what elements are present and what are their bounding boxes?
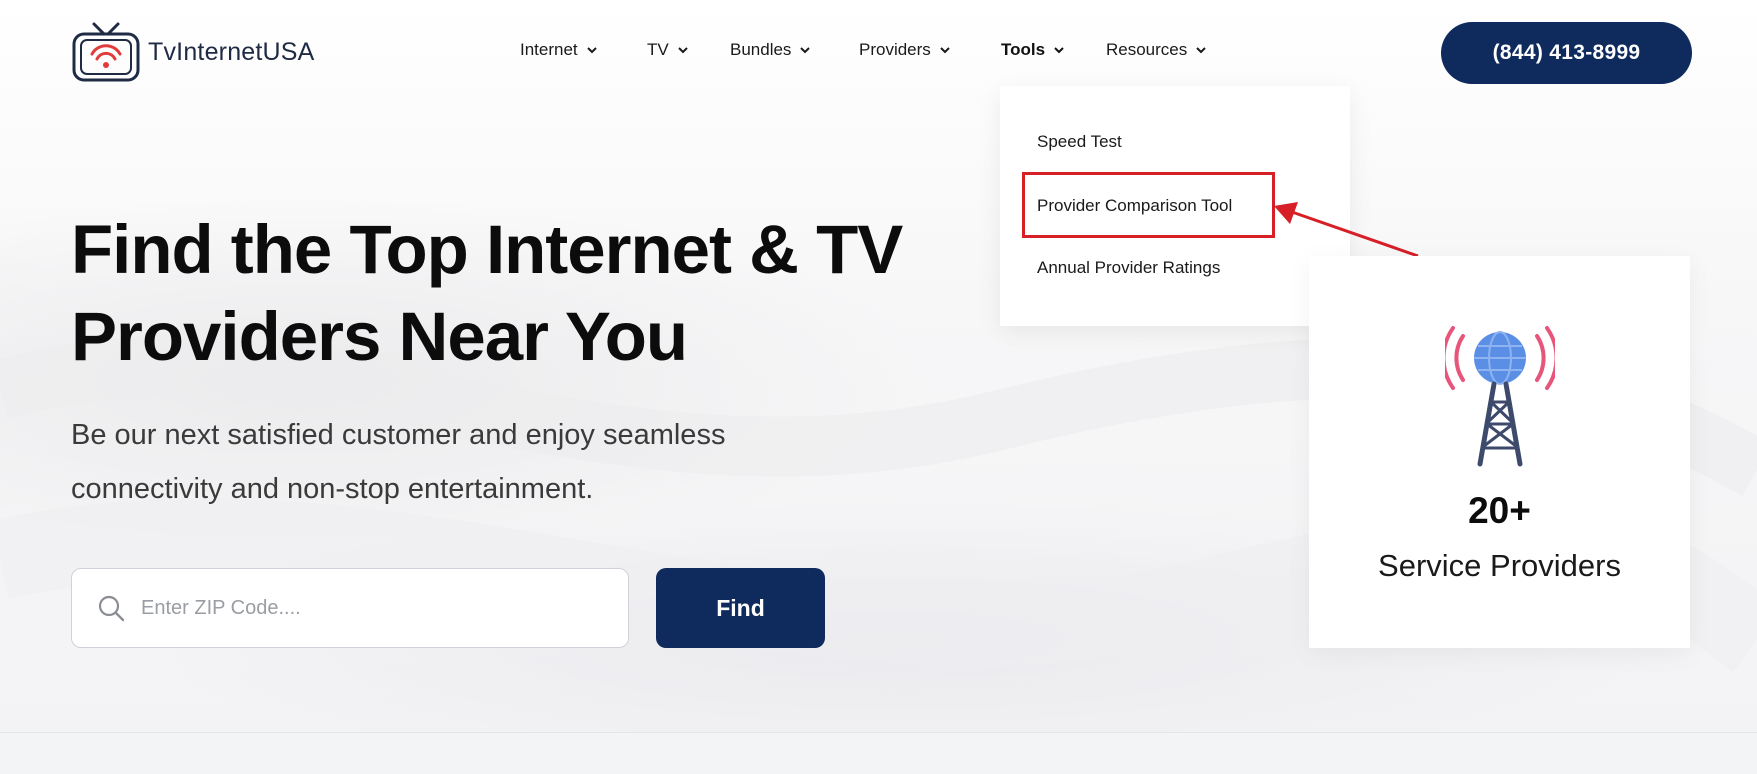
chevron-down-icon bbox=[1054, 47, 1064, 54]
subtitle-line-1: Be our next satisfied customer and enjoy… bbox=[71, 419, 726, 451]
cell-tower-icon bbox=[1445, 326, 1555, 467]
zip-code-input[interactable] bbox=[139, 595, 583, 621]
menu-item-speed-test[interactable]: Speed Test bbox=[1037, 132, 1122, 152]
stat-label: Service Providers bbox=[1378, 548, 1621, 583]
nav-label: Providers bbox=[859, 40, 931, 59]
nav-item-tools[interactable]: Tools bbox=[1001, 40, 1065, 60]
nav-label: Tools bbox=[1001, 40, 1046, 59]
menu-item-annual-provider-ratings[interactable]: Annual Provider Ratings bbox=[1037, 258, 1220, 278]
nav-label: Resources bbox=[1106, 40, 1188, 59]
stats-card: 20+ Service Providers bbox=[1309, 256, 1690, 648]
subtitle-line-2: connectivity and non-stop entertainment. bbox=[71, 473, 594, 505]
annotation-arrow bbox=[1274, 202, 1419, 258]
annotation-highlight-box bbox=[1022, 172, 1275, 238]
brand-logo[interactable]: TvInternetUSA bbox=[70, 20, 315, 84]
hero-subtitle: Be our next satisfied customer and enjoy… bbox=[71, 408, 891, 516]
zip-search-box bbox=[71, 568, 629, 648]
stat-value: 20+ bbox=[1468, 490, 1531, 531]
nav-item-bundles[interactable]: Bundles bbox=[730, 40, 811, 60]
search-icon bbox=[98, 595, 125, 622]
find-button[interactable]: Find bbox=[656, 568, 825, 648]
page-title: Find the Top Internet & TV Providers Nea… bbox=[71, 206, 971, 380]
headline-line-2: Providers Near You bbox=[71, 298, 688, 375]
chevron-down-icon bbox=[800, 47, 811, 54]
chevron-down-icon bbox=[1196, 47, 1206, 54]
footer-strip bbox=[0, 732, 1757, 774]
nav-item-tv[interactable]: TV bbox=[647, 40, 689, 60]
nav-label: TV bbox=[647, 40, 669, 59]
nav-item-internet[interactable]: Internet bbox=[520, 40, 598, 60]
nav-label: Bundles bbox=[730, 40, 792, 59]
call-phone-button[interactable]: (844) 413-8999 bbox=[1441, 22, 1692, 84]
chevron-down-icon bbox=[940, 47, 950, 54]
headline-line-1: Find the Top Internet & TV bbox=[71, 211, 903, 288]
chevron-down-icon bbox=[678, 47, 688, 54]
nav-item-providers[interactable]: Providers bbox=[859, 40, 951, 60]
tv-logo-icon bbox=[72, 22, 140, 82]
chevron-down-icon bbox=[586, 47, 597, 54]
nav-item-resources[interactable]: Resources bbox=[1106, 40, 1207, 60]
brand-name: TvInternetUSA bbox=[148, 37, 315, 66]
nav-label: Internet bbox=[520, 40, 578, 59]
